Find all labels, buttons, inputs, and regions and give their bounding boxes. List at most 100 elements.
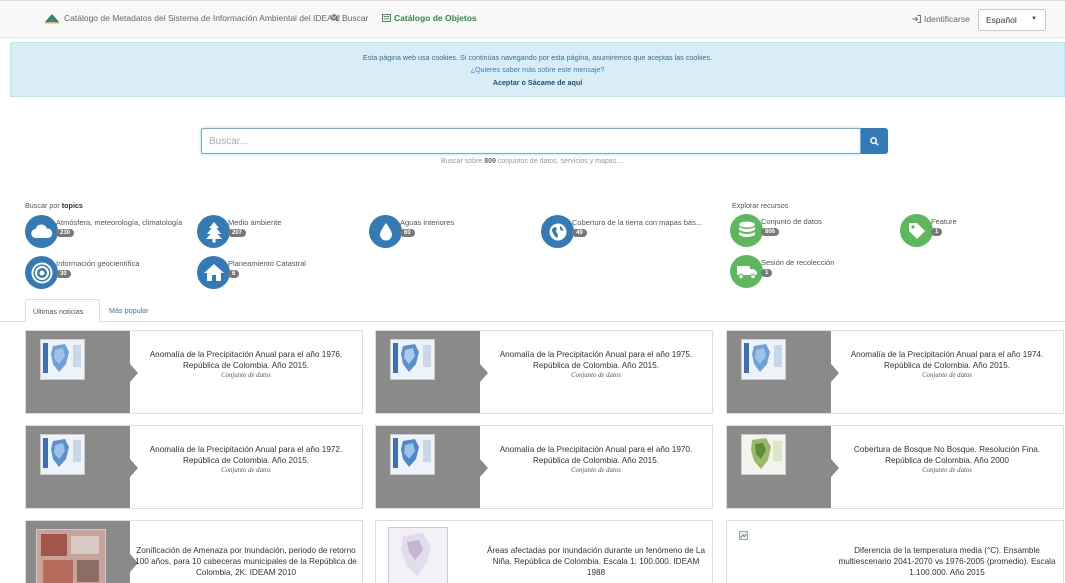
card-body: Diferencia de la temperatura media (°C).… [831, 545, 1063, 578]
topic-aguas-interiores[interactable]: Aguas interiores 60 [369, 215, 454, 248]
card-body: Zonificación de Amenaza por Inundación, … [130, 545, 362, 578]
card-thumbnail-area [26, 426, 130, 508]
topic-label: Planeamiento Catastral [228, 259, 306, 268]
card-title: Cobertura de Bosque No Bosque. Resolució… [853, 445, 1041, 465]
cookie-message: Esta página web usa cookies. Si continúa… [362, 53, 713, 62]
dataset-card[interactable]: Anomalía de la Precipitación Anual para … [375, 330, 713, 414]
resource-feature[interactable]: Feature 1 [900, 214, 957, 247]
resource-count-badge: 1 [931, 228, 943, 236]
card-type: Conjunto de datos [221, 467, 271, 474]
card-thumbnail-area [727, 331, 831, 413]
topic-count-badge: 207 [228, 229, 247, 237]
cookie-actions: Aceptar o Sácame de aquí [11, 78, 1064, 87]
map-thumbnail [36, 529, 106, 583]
card-thumbnail-area [26, 331, 130, 413]
nav-search-label: Buscar [342, 13, 369, 23]
ideam-logo-icon [45, 14, 59, 24]
card-type: Conjunto de datos [571, 372, 621, 379]
topic-geocientifica[interactable]: Información geocientífica 30 [25, 256, 139, 289]
resource-conjunto-datos[interactable]: Conjunto de datos 806 [730, 214, 822, 247]
card-type: Conjunto de datos [922, 467, 972, 474]
topic-count-badge: 6 [228, 270, 240, 278]
topic-label: Aguas interiores [400, 218, 455, 227]
truck-icon [730, 255, 763, 288]
map-thumbnail [40, 339, 85, 380]
resource-count-badge: 806 [761, 228, 780, 236]
dataset-card[interactable]: Anomalía de la Precipitación Anual para … [726, 330, 1064, 414]
dataset-card[interactable]: Zonificación de Amenaza por Inundación, … [25, 520, 363, 583]
topic-planeamiento-catastral[interactable]: Planeamiento Catastral 6 [197, 256, 306, 289]
topic-atmosfera[interactable]: Atmósfera, meteorología, climatología 230 [25, 215, 182, 248]
resource-label: Sesión de recolección [761, 258, 835, 267]
water-drop-icon [369, 215, 402, 248]
dataset-card[interactable]: Diferencia de la temperatura media (°C).… [726, 520, 1064, 583]
card-thumbnail-area [727, 426, 831, 508]
search-button[interactable] [861, 128, 888, 154]
topic-medio-ambiente[interactable]: Medio ambiente 207 [197, 215, 281, 248]
map-thumbnail [741, 434, 786, 475]
dataset-card[interactable]: Anomalía de la Precipitación Anual para … [25, 330, 363, 414]
dataset-card[interactable]: Áreas afectadas por inundación durante u… [375, 520, 713, 583]
search-hint-count: 809 [484, 158, 496, 165]
search-hint-prefix: Buscar sobre [441, 158, 483, 165]
map-thumbnail [390, 339, 435, 380]
brand-link[interactable]: Catálogo de Metadatos del Sistema de Inf… [44, 12, 340, 24]
card-title: Anomalía de la Precipitación Anual para … [499, 350, 693, 370]
resource-label: Conjunto de datos [761, 217, 822, 226]
card-thumbnail-area [727, 521, 831, 583]
cookie-more-link[interactable]: ¿Quieres saber más sobre este mensaje? [11, 65, 1064, 74]
topic-count-badge: 60 [400, 229, 415, 237]
map-thumbnail [741, 339, 786, 380]
tree-icon [197, 215, 230, 248]
cookie-banner: Esta página web usa cookies. Si continúa… [10, 42, 1065, 97]
sign-in-icon [912, 15, 921, 23]
broken-image-icon [739, 531, 748, 540]
top-navbar: Catálogo de Metadatos del Sistema de Inf… [0, 0, 1065, 38]
topics-heading-bold: topics [61, 201, 83, 210]
topic-label: Atmósfera, meteorología, climatología [56, 218, 183, 227]
login-link[interactable]: Identificarse [912, 14, 970, 24]
resource-label: Feature [931, 217, 957, 226]
login-label: Identificarse [924, 14, 970, 24]
topic-cobertura-tierra[interactable]: Cobertura de la tierra con mapas bás... 4… [541, 215, 702, 248]
database-icon [730, 214, 763, 247]
resource-count-badge: 1 [761, 269, 773, 277]
brand-title: Catálogo de Metadatos del Sistema de Inf… [64, 13, 340, 23]
card-body: Anomalía de la Precipitación Anual para … [480, 349, 712, 380]
dataset-card[interactable]: Anomalía de la Precipitación Anual para … [375, 425, 713, 509]
card-type: Conjunto de datos [571, 467, 621, 474]
nav-catalog-link[interactable]: Catálogo de Objetos [382, 13, 477, 23]
card-type: Conjunto de datos [221, 372, 271, 379]
cookie-leave-link[interactable]: Sácame de aquí [528, 78, 582, 87]
topics-heading: Buscar por topics [25, 201, 83, 210]
card-title: Anomalía de la Precipitación Anual para … [149, 350, 343, 370]
nav-search-link[interactable]: Buscar [331, 13, 368, 23]
topic-label: Medio ambiente [228, 218, 282, 227]
topic-count-badge: 230 [56, 229, 75, 237]
house-icon [197, 256, 230, 289]
card-body: Cobertura de Bosque No Bosque. Resolució… [831, 444, 1063, 475]
card-body: Anomalía de la Precipitación Anual para … [831, 349, 1063, 380]
card-title: Anomalía de la Precipitación Anual para … [499, 445, 693, 465]
dataset-card[interactable]: Anomalía de la Precipitación Anual para … [25, 425, 363, 509]
cookie-accept-link[interactable]: Aceptar [493, 78, 520, 87]
map-thumbnail [390, 434, 435, 475]
search-input[interactable]: Buscar... [201, 128, 861, 154]
language-select[interactable]: Español ▼ [978, 9, 1046, 31]
tab-ultimas-noticias[interactable]: Últimas noticias [25, 299, 100, 322]
card-title: Anomalía de la Precipitación Anual para … [149, 445, 343, 465]
topic-count-badge: 30 [56, 270, 71, 278]
resource-sesion-recoleccion[interactable]: Sesión de recolección 1 [730, 255, 834, 288]
news-tabs: Últimas noticias Más popular [0, 299, 1065, 322]
card-body: Anomalía de la Precipitación Anual para … [480, 444, 712, 475]
card-title: Anomalía de la Precipitación Anual para … [850, 350, 1044, 370]
dataset-card[interactable]: Cobertura de Bosque No Bosque. Resolució… [726, 425, 1064, 509]
cookie-or: o [521, 78, 526, 87]
search-placeholder: Buscar... [209, 136, 248, 147]
cloud-icon [25, 215, 58, 248]
tab-mas-popular[interactable]: Más popular [102, 299, 156, 322]
topic-label: Información geocientífica [56, 259, 140, 268]
search-hint: Buscar sobre 809 conjuntos de datos, ser… [0, 158, 1065, 165]
search-hint-suffix: conjuntos de datos, servicios y mapas,..… [497, 158, 624, 165]
card-title: Diferencia de la temperatura media (°C).… [838, 546, 1056, 577]
